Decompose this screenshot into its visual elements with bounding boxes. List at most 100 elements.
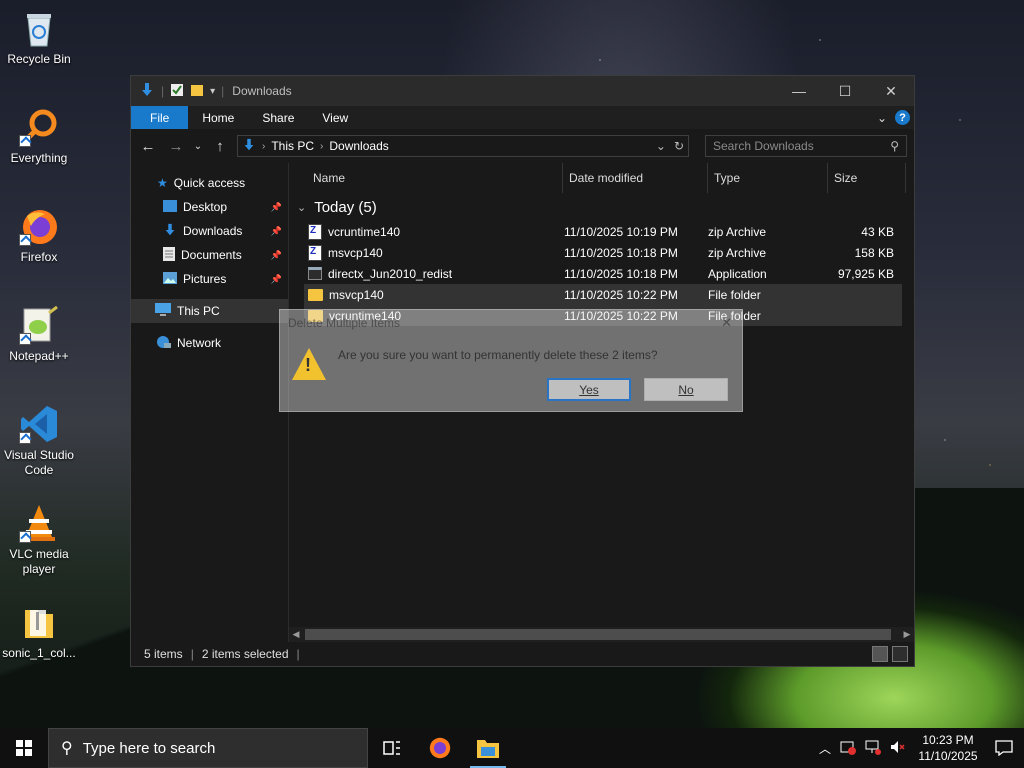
no-button[interactable]: No (644, 378, 728, 401)
download-arrow-icon (242, 138, 256, 155)
file-row[interactable]: msvcp140 11/10/2025 10:18 PM zip Archive… (304, 242, 902, 263)
desktop-icon-label: Firefox (20, 250, 58, 264)
group-header-today[interactable]: ⌄ Today (5) (289, 193, 914, 221)
breadcrumb-downloads[interactable]: Downloads (329, 139, 388, 153)
quick-access-toolbar: | ▾ | (139, 82, 224, 101)
column-header-size[interactable]: Size (828, 163, 906, 193)
help-icon[interactable]: ? (895, 110, 910, 125)
pictures-icon (163, 271, 177, 287)
nav-label: Network (177, 336, 222, 350)
desktop-icon-firefox[interactable]: Firefox (0, 206, 78, 265)
scroll-left-arrow-icon[interactable]: ◀ (289, 629, 303, 640)
dialog-close-icon[interactable]: ✕ (721, 315, 732, 331)
taskbar-file-explorer[interactable] (464, 728, 512, 768)
delete-confirmation-dialog[interactable]: Delete Multiple Items ✕ ! Are you sure y… (279, 309, 743, 412)
taskbar-clock[interactable]: 10:23 PM 11/10/2025 (915, 732, 981, 764)
column-header-type[interactable]: Type (708, 163, 828, 193)
window-title: Downloads (232, 84, 292, 98)
customize-toolbar-icon[interactable]: ▾ (210, 86, 215, 97)
pin-icon[interactable]: 📌 (271, 250, 282, 261)
refresh-icon[interactable]: ↻ (674, 139, 684, 153)
up-arrow-icon[interactable]: ↑ (209, 138, 231, 155)
pin-icon[interactable]: 📌 (271, 274, 282, 285)
column-header-name[interactable]: Name (307, 163, 563, 193)
properties-icon[interactable] (170, 83, 184, 100)
nav-documents[interactable]: Documents 📌 (131, 243, 288, 267)
address-row: ← → ⌄ ↑ › This PC › Downloads ⌄ ↻ ⚲ (131, 129, 914, 163)
search-box[interactable]: ⚲ (705, 135, 907, 157)
nav-this-pc[interactable]: This PC (131, 299, 288, 323)
taskbar-firefox[interactable] (416, 728, 464, 768)
tab-view[interactable]: View (308, 106, 362, 129)
taskbar-search-box[interactable]: ⚲ Type here to search (48, 728, 368, 768)
status-divider: | (190, 647, 194, 661)
forward-arrow-icon[interactable]: → (165, 138, 187, 155)
horizontal-scrollbar[interactable]: ◀ ▶ (289, 627, 914, 642)
desktop-icon-recycle-bin[interactable]: Recycle Bin (0, 8, 78, 67)
desktop-icon-vlc[interactable]: VLC media player (0, 503, 78, 577)
nav-pictures[interactable]: Pictures 📌 (131, 267, 288, 291)
file-type: Application (708, 266, 767, 281)
nav-quick-access[interactable]: ★ Quick access (131, 171, 288, 195)
pin-icon[interactable]: 📌 (271, 202, 282, 213)
clock-time: 10:23 PM (922, 733, 974, 747)
task-view-button[interactable] (368, 728, 416, 768)
nav-network[interactable]: Network (131, 331, 288, 355)
vlc-icon (19, 503, 59, 543)
security-alert-icon[interactable] (840, 739, 856, 758)
file-name: directx_Jun2010_redist (328, 266, 453, 281)
toolbar-divider: | (161, 84, 165, 98)
nav-downloads[interactable]: Downloads 📌 (131, 219, 288, 243)
nav-desktop[interactable]: Desktop 📌 (131, 195, 288, 219)
file-type: zip Archive (708, 245, 767, 260)
large-icons-view-icon[interactable] (892, 646, 908, 662)
maximize-button[interactable]: ☐ (822, 76, 868, 106)
action-center-button[interactable] (990, 740, 1018, 756)
search-icon: ⚲ (61, 740, 73, 757)
minimize-button[interactable]: — (776, 76, 822, 106)
notepad-plus-plus-icon (19, 305, 59, 345)
yes-button[interactable]: Yes (547, 378, 631, 401)
windows-logo-icon (16, 740, 32, 756)
desktop-icon-vscode[interactable]: Visual Studio Code (0, 404, 78, 478)
search-input[interactable] (713, 139, 873, 153)
file-row[interactable]: directx_Jun2010_redist 11/10/2025 10:18 … (304, 263, 902, 284)
network-disconnected-icon[interactable] (865, 739, 881, 758)
file-row-selected[interactable]: msvcp140 11/10/2025 10:22 PM File folder (304, 284, 902, 305)
collapse-chevron-icon[interactable]: ⌄ (297, 201, 306, 214)
dialog-title: Delete Multiple Items (288, 316, 401, 330)
address-bar[interactable]: › This PC › Downloads ⌄ ↻ (237, 135, 689, 157)
nav-label: Pictures (183, 272, 227, 286)
close-button[interactable]: ✕ (868, 76, 914, 106)
scrollbar-thumb[interactable] (305, 629, 891, 640)
breadcrumb-this-pc[interactable]: This PC (271, 139, 314, 153)
show-hidden-icons-chevron-icon[interactable]: ︿ (819, 740, 831, 757)
pin-icon[interactable]: 📌 (271, 226, 282, 237)
desktop-icon-everything[interactable]: Everything (0, 107, 78, 166)
tab-home[interactable]: Home (188, 106, 248, 129)
ribbon-tabs: File Home Share View ⌄ ? (131, 106, 914, 129)
column-header-date[interactable]: Date modified (563, 163, 708, 193)
file-date: 11/10/2025 10:18 PM (564, 245, 678, 260)
volume-muted-icon[interactable] (890, 739, 906, 758)
recent-locations-chevron-icon[interactable]: ⌄ (193, 141, 203, 152)
back-arrow-icon[interactable]: ← (137, 138, 159, 155)
address-dropdown-icon[interactable]: ⌄ (656, 139, 666, 153)
title-bar[interactable]: | ▾ | Downloads — ☐ ✕ (131, 76, 914, 106)
details-view-icon[interactable] (872, 646, 888, 662)
start-button[interactable] (0, 728, 48, 768)
new-folder-icon[interactable] (190, 83, 204, 100)
tab-file[interactable]: File (131, 106, 189, 129)
scroll-right-arrow-icon[interactable]: ▶ (900, 629, 914, 640)
desktop-icon-sonic-folder[interactable]: sonic_1_col... (0, 602, 78, 661)
navigation-pane[interactable]: ★ Quick access Desktop 📌 Downloads 📌 Doc… (131, 163, 289, 642)
tab-share[interactable]: Share (248, 106, 308, 129)
taskbar-search-placeholder: Type here to search (82, 739, 216, 757)
expand-ribbon-icon[interactable]: ⌄ (877, 111, 887, 125)
desktop-icon-notepad-plus-plus[interactable]: Notepad++ (0, 305, 78, 364)
file-row[interactable]: vcruntime140 11/10/2025 10:19 PM zip Arc… (304, 221, 902, 242)
application-icon (308, 267, 322, 280)
nav-label: Quick access (173, 176, 246, 190)
file-type: File folder (708, 287, 761, 302)
desktop-icon-label: Notepad++ (9, 349, 69, 363)
